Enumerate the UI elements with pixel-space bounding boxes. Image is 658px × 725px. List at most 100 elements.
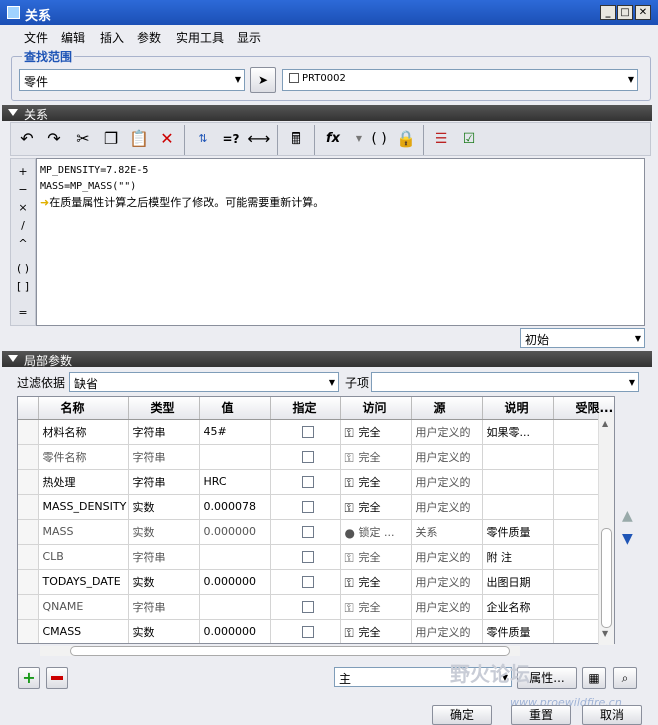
dimension-icon[interactable]: ⟷ xyxy=(247,128,271,152)
table-row[interactable]: MASS 实数 0.000000 ● 锁定 ... 关系 零件质量 xyxy=(18,519,614,545)
param-description[interactable] xyxy=(482,444,554,470)
designated-checkbox[interactable] xyxy=(301,576,314,588)
redo-icon[interactable]: ↷ xyxy=(42,128,66,152)
designated-checkbox[interactable] xyxy=(301,476,314,488)
scope-type-select[interactable]: 零件 ▼ xyxy=(19,69,245,91)
param-description[interactable] xyxy=(482,494,554,520)
param-name[interactable]: TODAYS_DATE xyxy=(38,569,129,595)
divide-operator[interactable]: / xyxy=(11,219,35,232)
col-value[interactable]: 值 xyxy=(199,397,271,420)
menu-utilities[interactable]: 实用工具 xyxy=(176,29,224,46)
param-name[interactable]: 材料名称 xyxy=(38,419,129,445)
row-selector[interactable] xyxy=(18,444,39,470)
access-cell[interactable]: ⚿ 完全 xyxy=(340,594,412,620)
param-description[interactable]: 零件质量 xyxy=(482,519,554,545)
param-description[interactable] xyxy=(482,469,554,495)
check-icon[interactable]: ☑ xyxy=(457,128,481,152)
scroll-up-icon[interactable]: ▲ xyxy=(602,419,608,428)
select-model-button[interactable]: ➤ xyxy=(250,67,276,93)
param-type[interactable]: 字符串 xyxy=(128,469,200,495)
table-row[interactable]: CMASS 实数 0.000000 ⚿ 完全 用户定义的 零件质量 xyxy=(18,619,614,643)
parentheses-operator[interactable]: ( ) xyxy=(11,262,35,275)
row-selector[interactable] xyxy=(18,569,39,595)
designated-checkbox[interactable] xyxy=(301,501,314,513)
row-selector[interactable] xyxy=(18,419,39,445)
param-value[interactable]: 0.000078 xyxy=(199,494,271,520)
table-horizontal-scrollbar[interactable] xyxy=(40,646,520,656)
brackets-icon[interactable]: ( ) xyxy=(367,128,391,152)
table-row[interactable]: TODAYS_DATE 实数 0.000000 ⚿ 完全 用户定义的 出图日期 xyxy=(18,569,614,595)
param-description[interactable]: 出图日期 xyxy=(482,569,554,595)
delete-icon[interactable]: ✕ xyxy=(155,128,179,152)
menu-display[interactable]: 显示 xyxy=(237,29,261,46)
param-type[interactable]: 字符串 xyxy=(128,544,200,570)
param-value[interactable]: HRC xyxy=(199,469,271,495)
paste-icon[interactable]: 📋 xyxy=(127,128,151,152)
copy-icon[interactable]: ❐ xyxy=(99,128,123,152)
evaluate-icon[interactable]: =? xyxy=(219,128,243,152)
add-parameter-button[interactable]: + xyxy=(18,667,40,689)
equals-operator[interactable]: = xyxy=(11,306,35,319)
menu-file[interactable]: 文件 xyxy=(24,29,48,46)
relations-editor[interactable]: MP_DENSITY=7.82E-5 MASS=MP_MASS("") ➜在质量… xyxy=(36,158,645,326)
param-type[interactable]: 字符串 xyxy=(128,594,200,620)
param-name[interactable]: MASS_DENSITY xyxy=(38,494,129,520)
ok-button[interactable]: 确定 xyxy=(432,705,492,725)
col-access[interactable]: 访问 xyxy=(340,397,412,420)
param-type[interactable]: 实数 xyxy=(128,494,200,520)
table-row[interactable]: MASS_DENSITY 实数 0.000078 ⚿ 完全 用户定义的 xyxy=(18,494,614,520)
param-type[interactable]: 实数 xyxy=(128,619,200,643)
power-operator[interactable]: ^ xyxy=(11,237,35,250)
table-view-icon[interactable]: ▦ xyxy=(582,667,606,689)
local-params-section-header[interactable]: 局部参数 xyxy=(2,351,652,368)
param-name[interactable]: QNAME xyxy=(38,594,129,620)
menu-params[interactable]: 参数 xyxy=(137,29,161,46)
plus-operator[interactable]: + xyxy=(11,165,35,178)
table-vertical-scrollbar[interactable]: ▲ ▼ xyxy=(598,413,614,645)
function-icon[interactable]: fx xyxy=(321,128,345,152)
param-name[interactable]: 零件名称 xyxy=(38,444,129,470)
access-cell[interactable]: ⚿ 完全 xyxy=(340,419,412,445)
param-name[interactable]: 热处理 xyxy=(38,469,129,495)
verify-icon[interactable]: 🖩 xyxy=(284,128,308,152)
param-description[interactable]: 附 注 xyxy=(482,544,554,570)
access-cell[interactable]: ● 锁定 ... xyxy=(340,519,412,545)
col-name[interactable]: 名称 xyxy=(38,397,129,420)
cut-icon[interactable]: ✂ xyxy=(71,128,95,152)
relations-section-header[interactable]: 关系 xyxy=(2,105,652,122)
designated-checkbox[interactable] xyxy=(301,526,314,538)
menu-edit[interactable]: 编辑 xyxy=(61,29,85,46)
table-row[interactable]: CLB 字符串 ⚿ 完全 用户定义的附 注 xyxy=(18,544,614,570)
param-value[interactable] xyxy=(199,444,271,470)
param-type[interactable]: 字符串 xyxy=(128,419,200,445)
param-type[interactable]: 实数 xyxy=(128,569,200,595)
binoculars-icon[interactable]: ⌕ xyxy=(613,667,637,689)
access-cell[interactable]: ⚿ 完全 xyxy=(340,494,412,520)
hscroll-thumb[interactable] xyxy=(70,646,510,656)
access-cell[interactable]: ⚿ 完全 xyxy=(340,469,412,495)
parameter-lock-icon[interactable]: 🔒 xyxy=(394,128,418,152)
row-selector[interactable] xyxy=(18,469,39,495)
maximize-button[interactable]: □ xyxy=(617,5,633,20)
designated-checkbox[interactable] xyxy=(301,626,314,638)
minimize-button[interactable]: _ xyxy=(600,5,616,20)
row-selector[interactable] xyxy=(18,519,39,545)
undo-icon[interactable]: ↶ xyxy=(15,128,39,152)
move-down-icon[interactable]: ▼ xyxy=(622,531,633,547)
minus-operator[interactable]: − xyxy=(11,183,35,196)
table-row[interactable]: 材料名称 字符串 45# ⚿ 完全 用户定义的 如果零... xyxy=(18,419,614,445)
param-value[interactable]: 0.000000 xyxy=(199,619,271,643)
table-row[interactable]: QNAME 字符串 ⚿ 完全 用户定义的 企业名称 xyxy=(18,594,614,620)
filter-select[interactable]: 缺省 ▼ xyxy=(69,372,339,392)
sort-icon[interactable]: ⇅ xyxy=(191,128,215,152)
access-cell[interactable]: ⚿ 完全 xyxy=(340,544,412,570)
param-name[interactable]: MASS xyxy=(38,519,129,545)
param-value[interactable] xyxy=(199,544,271,570)
col-description[interactable]: 说明 xyxy=(482,397,554,420)
param-value[interactable]: 45# xyxy=(199,419,271,445)
param-value[interactable]: 0.000000 xyxy=(199,519,271,545)
designated-checkbox[interactable] xyxy=(301,451,314,463)
scroll-thumb[interactable] xyxy=(601,528,612,628)
param-value[interactable] xyxy=(199,594,271,620)
table-row[interactable]: 热处理 字符串 HRC ⚿ 完全 用户定义的 xyxy=(18,469,614,495)
